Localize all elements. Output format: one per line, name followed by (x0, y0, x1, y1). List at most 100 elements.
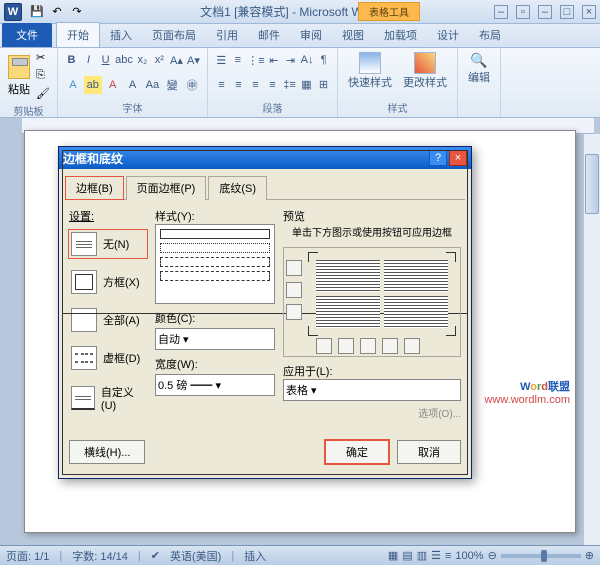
border-diag1-button[interactable] (316, 338, 332, 354)
close-button[interactable]: × (582, 5, 596, 19)
border-top-button[interactable] (286, 260, 302, 276)
tab-references[interactable]: 引用 (206, 23, 248, 47)
preview-cell (384, 296, 448, 328)
paste-icon (8, 55, 30, 79)
undo-icon[interactable]: ↶ (48, 3, 66, 21)
status-page[interactable]: 页面: 1/1 (6, 548, 49, 564)
tab-review[interactable]: 审阅 (290, 23, 332, 47)
borders-icon[interactable]: ⊞ (316, 76, 331, 94)
superscript-button[interactable]: x² (152, 51, 167, 69)
subscript-button[interactable]: x₂ (135, 51, 150, 69)
char-border-icon[interactable]: Aa (143, 76, 161, 94)
settings-column: 设置: 无(N) 方框(X) 全部(A) 虚框 (69, 208, 147, 424)
zoom-level[interactable]: 100% (455, 550, 483, 562)
view-outline-icon[interactable]: ☰ (431, 549, 441, 562)
watermark: Word联盟 www.wordlm.com (484, 378, 570, 406)
border-diag2-button[interactable] (404, 338, 420, 354)
tab-insert[interactable]: 插入 (100, 23, 142, 47)
tab-mailings[interactable]: 邮件 (248, 23, 290, 47)
window-title: 文档1 [兼容模式] - Microsoft Word (86, 3, 494, 20)
multilevel-icon[interactable]: ⋮≡ (247, 51, 264, 69)
status-language[interactable]: 英语(美国) (170, 548, 221, 564)
show-marks-icon[interactable]: ¶ (316, 51, 331, 69)
status-separator: | (59, 550, 62, 562)
change-styles-button[interactable]: 更改样式 (399, 50, 451, 92)
ribbon-min-button[interactable]: – (538, 5, 552, 19)
vertical-scrollbar[interactable] (584, 134, 600, 545)
tab-file[interactable]: 文件 (2, 23, 52, 47)
zoom-in-button[interactable]: ⊕ (585, 549, 594, 562)
quick-styles-icon (359, 52, 381, 74)
setting-all[interactable]: 全部(A) (69, 306, 147, 334)
quick-styles-button[interactable]: 快速样式 (344, 50, 396, 92)
group-styles: 快速样式 更改样式 样式 (338, 48, 458, 117)
status-words[interactable]: 字数: 14/14 (72, 548, 128, 564)
zoom-slider[interactable] (501, 554, 581, 558)
justify-icon[interactable]: ≡ (265, 76, 280, 94)
align-left-icon[interactable]: ≡ (214, 76, 229, 94)
strike-button[interactable]: abc (115, 51, 133, 69)
zoom-out-button[interactable]: ⊖ (488, 549, 497, 562)
view-print-icon[interactable]: ▦ (388, 549, 398, 562)
setting-all-icon (71, 308, 97, 332)
align-center-icon[interactable]: ≡ (231, 76, 246, 94)
view-read-icon[interactable]: ▤ (402, 549, 412, 562)
statusbar: 页面: 1/1 | 字数: 14/14 | ✔ 英语(美国) | 插入 ▦ ▤ … (0, 545, 600, 565)
highlight-icon[interactable]: ab (84, 76, 102, 94)
preview-diagram[interactable] (312, 256, 452, 332)
dialog-content: 设置: 无(N) 方框(X) 全部(A) 虚框 (65, 200, 465, 432)
border-vmiddle-button[interactable] (360, 338, 376, 354)
char-shading-icon[interactable]: A (124, 76, 142, 94)
text-effects-icon[interactable]: A (64, 76, 82, 94)
indent-dec-icon[interactable]: ⇤ (267, 51, 282, 69)
italic-button[interactable]: I (81, 51, 96, 69)
status-insert-mode[interactable]: 插入 (244, 548, 266, 564)
status-check-icon[interactable]: ✔ (151, 549, 160, 562)
line-spacing-icon[interactable]: ‡≡ (282, 76, 297, 94)
redo-icon[interactable]: ↷ (68, 3, 86, 21)
border-left-button[interactable] (338, 338, 354, 354)
minimize-button[interactable]: – (494, 5, 508, 19)
font-color-icon[interactable]: A (104, 76, 122, 94)
numbering-icon[interactable]: ≡ (231, 51, 246, 69)
border-right-button[interactable] (382, 338, 398, 354)
border-hmiddle-button[interactable] (286, 282, 302, 298)
view-draft-icon[interactable]: ≡ (445, 550, 451, 562)
copy-icon[interactable]: ⎘ (35, 68, 51, 84)
tab-view[interactable]: 视图 (332, 23, 374, 47)
window-controls: – ▫ – □ × (494, 5, 596, 19)
maximize-button[interactable]: □ (560, 5, 574, 19)
editing-button[interactable]: 🔍 编辑 (464, 50, 494, 87)
view-web-icon[interactable]: ▥ (417, 549, 427, 562)
group-font: B I U abc x₂ x² A▴ A▾ A ab A A Aa 變 ㊥ 字体 (58, 48, 208, 117)
styles-group-label: 样式 (344, 99, 451, 115)
document-area: 边框和底纹 ? × 边框(B) 页面边框(P) 底纹(S) 设置: 无(N) (0, 118, 600, 545)
paragraph-group-label: 段落 (214, 99, 331, 115)
tab-design[interactable]: 设计 (427, 23, 469, 47)
bullets-icon[interactable]: ☰ (214, 51, 229, 69)
sort-icon[interactable]: A↓ (300, 51, 315, 69)
indent-inc-icon[interactable]: ⇥ (283, 51, 298, 69)
cut-icon[interactable]: ✂ (35, 50, 51, 66)
format-painter-icon[interactable]: 🖌 (35, 86, 51, 102)
tab-page-layout[interactable]: 页面布局 (142, 23, 206, 47)
find-icon: 🔍 (470, 52, 487, 69)
save-icon[interactable]: 💾 (28, 3, 46, 21)
word-app-icon: W (4, 3, 22, 21)
enclose-icon[interactable]: ㊥ (183, 76, 201, 94)
tab-addins[interactable]: 加载项 (374, 23, 427, 47)
underline-button[interactable]: U (98, 51, 113, 69)
paste-button[interactable]: 粘贴 (6, 53, 32, 99)
status-separator: | (231, 550, 234, 562)
align-right-icon[interactable]: ≡ (248, 76, 263, 94)
shrink-font-icon[interactable]: A▾ (186, 51, 201, 69)
grow-font-icon[interactable]: A▴ (169, 51, 184, 69)
tab-table-layout[interactable]: 布局 (469, 23, 511, 47)
restore-button[interactable]: ▫ (516, 5, 530, 19)
border-bottom-button[interactable] (286, 304, 302, 320)
bold-button[interactable]: B (64, 51, 79, 69)
phonetic-icon[interactable]: 變 (163, 76, 181, 94)
scrollbar-thumb[interactable] (585, 154, 599, 214)
tab-home[interactable]: 开始 (56, 22, 100, 47)
shading-icon[interactable]: ▦ (299, 76, 314, 94)
